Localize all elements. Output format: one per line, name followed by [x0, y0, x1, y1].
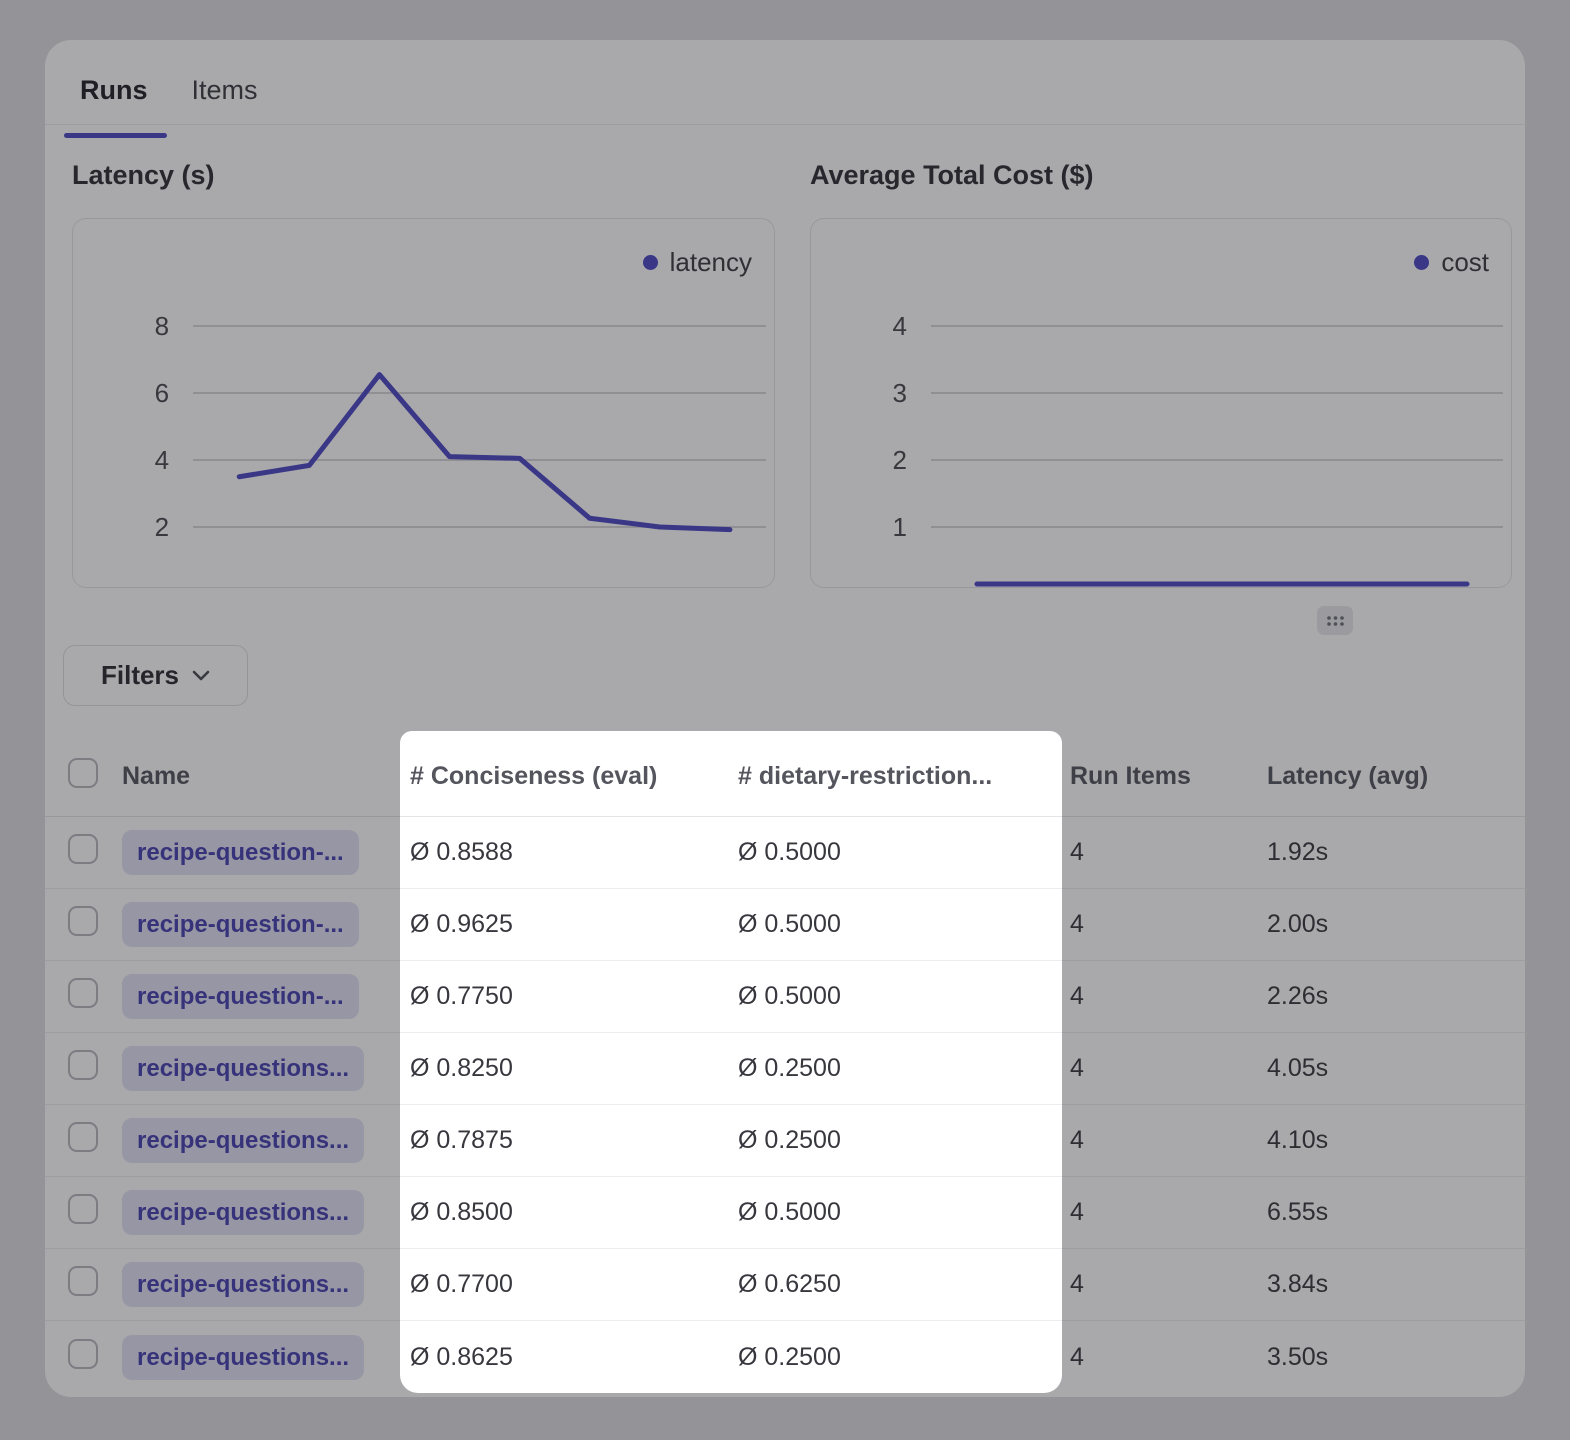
- svg-text:8: 8: [155, 311, 169, 341]
- cost-line-plot: 1 2 3 4: [811, 219, 1511, 587]
- run-items-value: 4: [1070, 1270, 1267, 1299]
- active-tab-indicator: [64, 133, 167, 138]
- dietary-restriction-value: Ø 0.2500: [738, 1126, 1070, 1155]
- run-name-badge[interactable]: recipe-questions...: [122, 1046, 364, 1091]
- tab-bar: Runs Items: [80, 72, 258, 124]
- latency-avg-value: 4.10s: [1267, 1126, 1525, 1155]
- latency-chart: 2 4 6 8 latency: [72, 218, 775, 588]
- latency-avg-value: 3.84s: [1267, 1270, 1525, 1299]
- row-checkbox[interactable]: [68, 1266, 98, 1296]
- dietary-restriction-value: Ø 0.5000: [738, 1198, 1070, 1227]
- cost-legend-dot-icon: [1414, 255, 1429, 270]
- run-name-badge[interactable]: recipe-questions...: [122, 1190, 364, 1235]
- row-checkbox[interactable]: [68, 1194, 98, 1224]
- tab-runs[interactable]: Runs: [80, 72, 148, 124]
- conciseness-value: Ø 0.8625: [410, 1343, 738, 1372]
- conciseness-value: Ø 0.7875: [410, 1126, 738, 1155]
- run-name-badge[interactable]: recipe-question-...: [122, 974, 359, 1019]
- svg-text:4: 4: [893, 311, 907, 341]
- dietary-restriction-value: Ø 0.2500: [738, 1343, 1070, 1372]
- tab-runs-label: Runs: [80, 75, 148, 105]
- run-name-badge[interactable]: recipe-question-...: [122, 902, 359, 947]
- row-checkbox[interactable]: [68, 1339, 98, 1369]
- column-header-name: Name: [122, 762, 410, 791]
- runs-panel: Runs Items Latency (s) 2 4 6 8 latency Aver…: [45, 40, 1525, 1397]
- cost-legend-label: cost: [1441, 247, 1489, 278]
- row-checkbox[interactable]: [68, 978, 98, 1008]
- table-row: recipe-question-... Ø 0.9625 Ø 0.5000 4 …: [45, 889, 1525, 961]
- latency-avg-value: 6.55s: [1267, 1198, 1525, 1227]
- run-items-value: 4: [1070, 910, 1267, 939]
- run-items-value: 4: [1070, 1126, 1267, 1155]
- latency-avg-value: 2.00s: [1267, 910, 1525, 939]
- run-items-value: 4: [1070, 838, 1267, 867]
- select-all-checkbox[interactable]: [68, 758, 98, 788]
- row-checkbox[interactable]: [68, 906, 98, 936]
- latency-chart-title: Latency (s): [72, 160, 215, 191]
- svg-text:1: 1: [893, 512, 907, 542]
- run-name-badge[interactable]: recipe-questions...: [122, 1335, 364, 1380]
- table-row: recipe-questions... Ø 0.8250 Ø 0.2500 4 …: [45, 1033, 1525, 1105]
- run-name-badge[interactable]: recipe-questions...: [122, 1118, 364, 1163]
- latency-legend: latency: [643, 247, 752, 278]
- app-background: Runs Items Latency (s) 2 4 6 8 latency Aver…: [0, 0, 1570, 1440]
- run-items-value: 4: [1070, 1343, 1267, 1372]
- table-row: recipe-questions... Ø 0.8500 Ø 0.5000 4 …: [45, 1177, 1525, 1249]
- dietary-restriction-value: Ø 0.2500: [738, 1054, 1070, 1083]
- run-items-value: 4: [1070, 982, 1267, 1011]
- run-items-value: 4: [1070, 1054, 1267, 1083]
- latency-avg-value: 4.05s: [1267, 1054, 1525, 1083]
- conciseness-value: Ø 0.8588: [410, 838, 738, 867]
- chevron-down-icon: [192, 670, 210, 681]
- run-items-value: 4: [1070, 1198, 1267, 1227]
- conciseness-value: Ø 0.7700: [410, 1270, 738, 1299]
- column-header-conciseness: # Conciseness (eval): [410, 762, 738, 791]
- dietary-restriction-value: Ø 0.5000: [738, 838, 1070, 867]
- conciseness-value: Ø 0.8250: [410, 1054, 738, 1083]
- table-row: recipe-question-... Ø 0.7750 Ø 0.5000 4 …: [45, 961, 1525, 1033]
- latency-avg-value: 3.50s: [1267, 1343, 1525, 1372]
- dietary-restriction-value: Ø 0.6250: [738, 1270, 1070, 1299]
- tab-items[interactable]: Items: [192, 72, 258, 124]
- filters-button[interactable]: Filters: [63, 645, 248, 706]
- table-header-row: Name # Conciseness (eval) # dietary-rest…: [45, 737, 1525, 817]
- row-checkbox[interactable]: [68, 1050, 98, 1080]
- column-header-latency-avg: Latency (avg): [1267, 762, 1525, 791]
- row-checkbox[interactable]: [68, 834, 98, 864]
- svg-text:6: 6: [155, 378, 169, 408]
- dietary-restriction-value: Ø 0.5000: [738, 910, 1070, 939]
- latency-legend-label: latency: [670, 247, 752, 278]
- table-row: recipe-questions... Ø 0.8625 Ø 0.2500 4 …: [45, 1321, 1525, 1393]
- conciseness-value: Ø 0.7750: [410, 982, 738, 1011]
- latency-avg-value: 2.26s: [1267, 982, 1525, 1011]
- latency-legend-dot-icon: [643, 255, 658, 270]
- svg-text:4: 4: [155, 445, 169, 475]
- grip-dots-icon: [1326, 615, 1345, 627]
- column-header-dietary-restriction: # dietary-restriction...: [738, 762, 1070, 791]
- table-row: recipe-questions... Ø 0.7700 Ø 0.6250 4 …: [45, 1249, 1525, 1321]
- latency-avg-value: 1.92s: [1267, 838, 1525, 867]
- tab-items-label: Items: [192, 75, 258, 105]
- runs-table: Name # Conciseness (eval) # dietary-rest…: [45, 737, 1525, 1393]
- resize-drag-handle[interactable]: [1317, 606, 1353, 635]
- run-name-badge[interactable]: recipe-question-...: [122, 830, 359, 875]
- cost-chart: 1 2 3 4 cost: [810, 218, 1512, 588]
- cost-legend: cost: [1414, 247, 1489, 278]
- dietary-restriction-value: Ø 0.5000: [738, 982, 1070, 1011]
- filters-button-label: Filters: [101, 660, 179, 691]
- svg-text:3: 3: [893, 378, 907, 408]
- table-row: recipe-questions... Ø 0.7875 Ø 0.2500 4 …: [45, 1105, 1525, 1177]
- run-name-badge[interactable]: recipe-questions...: [122, 1262, 364, 1307]
- column-header-run-items: Run Items: [1070, 762, 1267, 791]
- conciseness-value: Ø 0.8500: [410, 1198, 738, 1227]
- svg-text:2: 2: [893, 445, 907, 475]
- svg-text:2: 2: [155, 512, 169, 542]
- tabs-divider: [45, 124, 1525, 125]
- cost-chart-title: Average Total Cost ($): [810, 160, 1094, 191]
- row-checkbox[interactable]: [68, 1122, 98, 1152]
- table-row: recipe-question-... Ø 0.8588 Ø 0.5000 4 …: [45, 817, 1525, 889]
- conciseness-value: Ø 0.9625: [410, 910, 738, 939]
